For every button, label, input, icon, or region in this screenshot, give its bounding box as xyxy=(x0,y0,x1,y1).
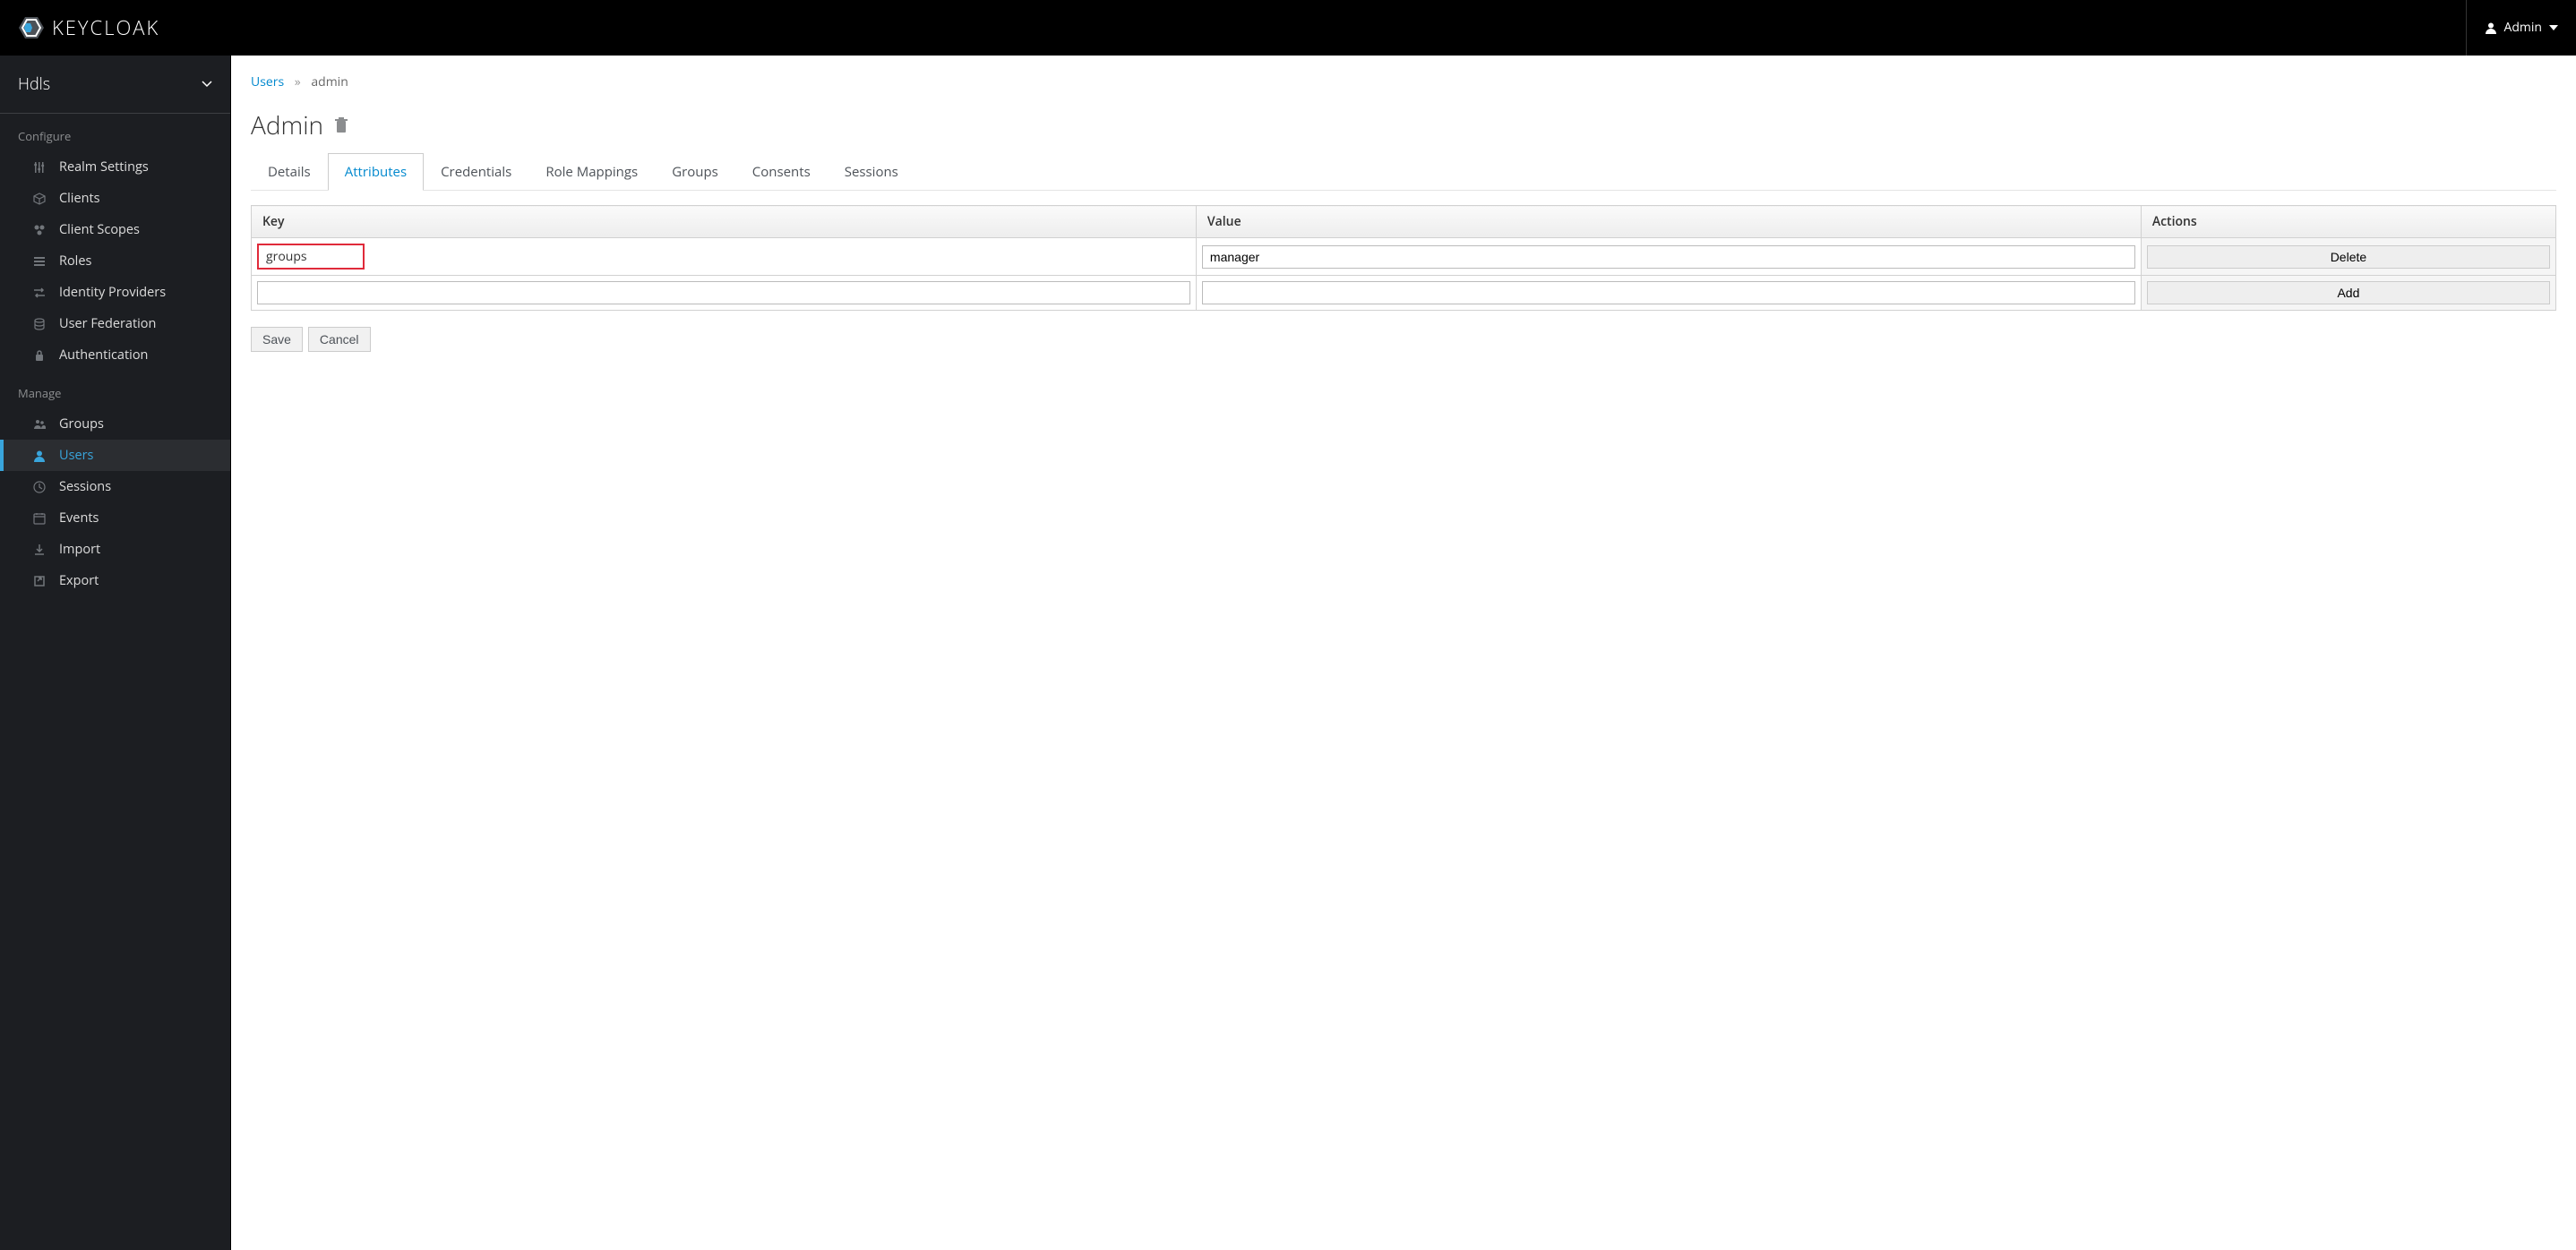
cancel-button[interactable]: Cancel xyxy=(308,327,371,352)
attribute-value-input[interactable] xyxy=(1202,245,2135,269)
database-icon xyxy=(32,317,47,331)
chevron-down-icon xyxy=(202,81,212,88)
tabs: Details Attributes Credentials Role Mapp… xyxy=(251,153,2556,191)
user-icon xyxy=(32,449,47,463)
page-title: Admin xyxy=(251,108,323,142)
action-cell: Add xyxy=(2141,276,2555,311)
add-button[interactable]: Add xyxy=(2147,281,2550,304)
action-cell: Delete xyxy=(2141,238,2555,276)
main-content: Users » admin Admin Details Attributes C… xyxy=(231,56,2576,1250)
tab-sessions[interactable]: Sessions xyxy=(828,153,915,190)
realm-selector[interactable]: Hdls xyxy=(0,56,230,114)
page-header: Admin xyxy=(251,108,2556,142)
sliders-icon xyxy=(32,160,47,175)
tab-attributes[interactable]: Attributes xyxy=(328,153,424,191)
lock-icon xyxy=(32,348,47,363)
export-icon xyxy=(32,574,47,588)
sidebar-item-clients[interactable]: Clients xyxy=(0,183,230,214)
breadcrumb: Users » admin xyxy=(251,64,2556,108)
section-configure: Configure xyxy=(0,114,230,151)
import-icon xyxy=(32,543,47,557)
sidebar-item-export[interactable]: Export xyxy=(0,565,230,596)
section-manage: Manage xyxy=(0,371,230,408)
tab-credentials[interactable]: Credentials xyxy=(424,153,528,190)
attribute-key-highlighted[interactable]: groups xyxy=(257,244,365,270)
sidebar-item-label: Sessions xyxy=(59,478,111,495)
column-header-key: Key xyxy=(252,206,1197,238)
sidebar-item-label: Users xyxy=(59,447,93,464)
list-icon xyxy=(32,254,47,269)
exchange-icon xyxy=(32,286,47,300)
table-row: groups Delete xyxy=(252,238,2556,276)
sidebar-item-events[interactable]: Events xyxy=(0,502,230,534)
clock-icon xyxy=(32,480,47,494)
save-button[interactable]: Save xyxy=(251,327,303,352)
sidebar-item-label: Events xyxy=(59,509,99,527)
sidebar-item-label: Export xyxy=(59,572,99,589)
key-cell: groups xyxy=(252,238,1197,276)
brand-text: KEYCLOAK xyxy=(52,14,159,41)
breadcrumb-separator: » xyxy=(295,73,301,90)
chevron-down-icon xyxy=(2549,25,2558,30)
sidebar-item-label: Clients xyxy=(59,190,100,207)
trash-icon[interactable] xyxy=(334,117,348,133)
sidebar-item-label: Client Scopes xyxy=(59,221,140,238)
form-actions: Save Cancel xyxy=(251,327,2556,352)
sidebar-item-label: Groups xyxy=(59,415,104,432)
sidebar-item-roles[interactable]: Roles xyxy=(0,245,230,277)
keycloak-logo-icon xyxy=(18,14,45,41)
sidebar-item-groups[interactable]: Groups xyxy=(0,408,230,440)
value-cell xyxy=(1196,238,2141,276)
table-row: Add xyxy=(252,276,2556,311)
value-cell xyxy=(1196,276,2141,311)
sidebar-item-users[interactable]: Users xyxy=(0,440,230,471)
sidebar-item-client-scopes[interactable]: Client Scopes xyxy=(0,214,230,245)
sidebar-item-label: Realm Settings xyxy=(59,158,149,176)
sidebar-item-realm-settings[interactable]: Realm Settings xyxy=(0,151,230,183)
sidebar-item-label: Authentication xyxy=(59,347,148,364)
cube-icon xyxy=(32,192,47,206)
sidebar-item-label: User Federation xyxy=(59,315,156,332)
tab-consents[interactable]: Consents xyxy=(735,153,828,190)
column-header-actions: Actions xyxy=(2141,206,2555,238)
user-icon xyxy=(2485,21,2497,34)
breadcrumb-parent[interactable]: Users xyxy=(251,73,284,90)
calendar-icon xyxy=(32,511,47,526)
sidebar-item-user-federation[interactable]: User Federation xyxy=(0,308,230,339)
user-label: Admin xyxy=(2504,19,2543,36)
delete-button[interactable]: Delete xyxy=(2147,245,2550,269)
brand[interactable]: KEYCLOAK xyxy=(18,14,159,41)
realm-name: Hdls xyxy=(18,73,50,95)
tab-details[interactable]: Details xyxy=(251,153,328,190)
sidebar-item-label: Identity Providers xyxy=(59,284,166,301)
group-icon xyxy=(32,417,47,432)
sidebar-item-label: Roles xyxy=(59,253,91,270)
user-menu[interactable]: Admin xyxy=(2466,0,2559,56)
sidebar-item-import[interactable]: Import xyxy=(0,534,230,565)
column-header-value: Value xyxy=(1196,206,2141,238)
topbar: KEYCLOAK Admin xyxy=(0,0,2576,56)
sidebar-item-authentication[interactable]: Authentication xyxy=(0,339,230,371)
attribute-value-input[interactable] xyxy=(1202,281,2135,304)
breadcrumb-current: admin xyxy=(311,73,348,90)
sidebar-item-label: Import xyxy=(59,541,100,558)
sidebar: Hdls Configure Realm Settings Clients Cl… xyxy=(0,56,231,1250)
attribute-key-input[interactable] xyxy=(257,281,1190,304)
tab-groups[interactable]: Groups xyxy=(655,153,735,190)
sidebar-item-sessions[interactable]: Sessions xyxy=(0,471,230,502)
key-cell xyxy=(252,276,1197,311)
attributes-table: Key Value Actions groups Delete xyxy=(251,205,2556,311)
tab-role-mappings[interactable]: Role Mappings xyxy=(528,153,655,190)
sidebar-item-identity-providers[interactable]: Identity Providers xyxy=(0,277,230,308)
scopes-icon xyxy=(32,223,47,237)
